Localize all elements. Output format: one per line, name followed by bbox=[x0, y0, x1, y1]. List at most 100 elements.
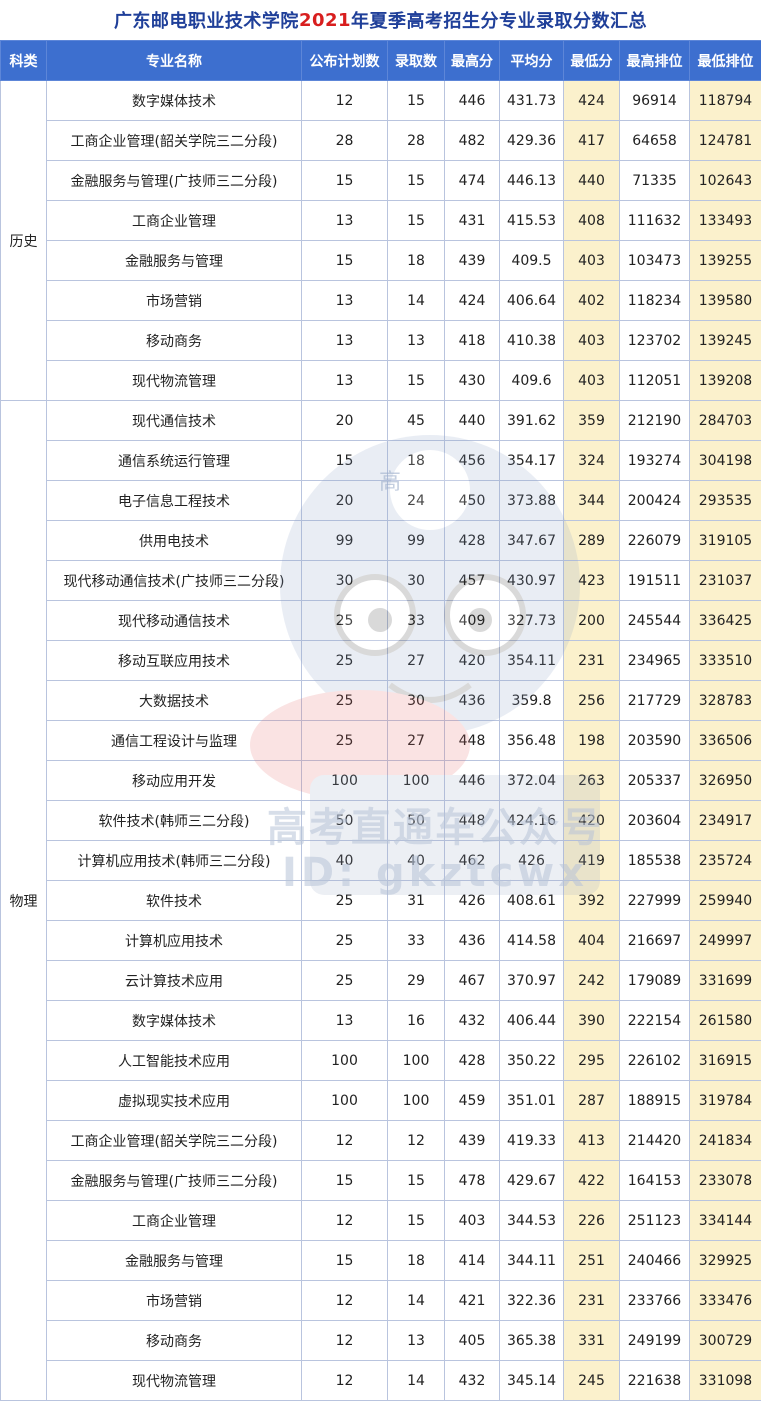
min-rank-cell: 133493 bbox=[689, 200, 761, 241]
avg-score-cell: 424.16 bbox=[499, 800, 564, 841]
max-score-cell: 428 bbox=[444, 520, 500, 561]
table-row: 工商企业管理 12 15 403 344.53 226 251123 334144 bbox=[1, 1200, 761, 1241]
table-row: 软件技术 25 31 426 408.61 392 227999 259940 bbox=[1, 880, 761, 921]
admitted-cell: 15 bbox=[387, 1160, 445, 1201]
max-score-cell: 424 bbox=[444, 280, 500, 321]
min-score-cell: 231 bbox=[563, 1280, 620, 1321]
max-score-cell: 482 bbox=[444, 120, 500, 161]
major-cell: 工商企业管理 bbox=[46, 1200, 302, 1241]
avg-score-cell: 344.53 bbox=[499, 1200, 564, 1241]
admitted-cell: 15 bbox=[387, 1200, 445, 1241]
max-rank-cell: 233766 bbox=[619, 1280, 690, 1321]
max-score-cell: 432 bbox=[444, 1360, 500, 1401]
avg-score-cell: 350.22 bbox=[499, 1040, 564, 1081]
admitted-cell: 13 bbox=[387, 320, 445, 361]
min-score-cell: 403 bbox=[563, 360, 620, 401]
table-row: 通信系统运行管理 15 18 456 354.17 324 193274 304198 bbox=[1, 440, 761, 481]
admitted-cell: 18 bbox=[387, 240, 445, 281]
avg-score-cell: 347.67 bbox=[499, 520, 564, 561]
max-rank-cell: 214420 bbox=[619, 1120, 690, 1161]
major-cell: 工商企业管理(韶关学院三二分段) bbox=[46, 120, 302, 161]
min-rank-cell: 328783 bbox=[689, 680, 761, 721]
max-score-cell: 439 bbox=[444, 1120, 500, 1161]
avg-score-cell: 446.13 bbox=[499, 160, 564, 201]
table-row: 金融服务与管理 15 18 414 344.11 251 240466 329925 bbox=[1, 1240, 761, 1281]
admitted-cell: 18 bbox=[387, 1240, 445, 1281]
avg-score-cell: 415.53 bbox=[499, 200, 564, 241]
avg-score-cell: 359.8 bbox=[499, 680, 564, 721]
max-score-cell: 446 bbox=[444, 760, 500, 801]
max-score-cell: 474 bbox=[444, 160, 500, 201]
major-cell: 现代移动通信技术(广技师三二分段) bbox=[46, 560, 302, 601]
max-rank-cell: 123702 bbox=[619, 320, 690, 361]
max-rank-cell: 203604 bbox=[619, 800, 690, 841]
max-score-cell: 450 bbox=[444, 480, 500, 521]
major-cell: 移动应用开发 bbox=[46, 760, 302, 801]
max-rank-cell: 212190 bbox=[619, 400, 690, 441]
admitted-cell: 14 bbox=[387, 1360, 445, 1401]
max-rank-cell: 240466 bbox=[619, 1240, 690, 1281]
max-score-cell: 440 bbox=[444, 400, 500, 441]
avg-score-cell: 414.58 bbox=[499, 920, 564, 961]
max-score-cell: 459 bbox=[444, 1080, 500, 1121]
major-cell: 移动互联应用技术 bbox=[46, 640, 302, 681]
min-rank-cell: 261580 bbox=[689, 1000, 761, 1041]
min-score-cell: 419 bbox=[563, 840, 620, 881]
table-row: 人工智能技术应用 100 100 428 350.22 295 226102 316915 bbox=[1, 1040, 761, 1081]
min-score-cell: 390 bbox=[563, 1000, 620, 1041]
plan-cell: 13 bbox=[301, 360, 388, 401]
table-row: 市场营销 13 14 424 406.64 402 118234 139580 bbox=[1, 280, 761, 321]
table-row: 金融服务与管理(广技师三二分段) 15 15 478 429.67 422 164153 23… bbox=[1, 1160, 761, 1201]
min-rank-cell: 316915 bbox=[689, 1040, 761, 1081]
admitted-cell: 33 bbox=[387, 920, 445, 961]
max-score-cell: 432 bbox=[444, 1000, 500, 1041]
admitted-cell: 40 bbox=[387, 840, 445, 881]
max-score-cell: 414 bbox=[444, 1240, 500, 1281]
major-cell: 通信系统运行管理 bbox=[46, 440, 302, 481]
admitted-cell: 27 bbox=[387, 720, 445, 761]
min-rank-cell: 259940 bbox=[689, 880, 761, 921]
major-cell: 软件技术(韩师三二分段) bbox=[46, 800, 302, 841]
admitted-cell: 13 bbox=[387, 1320, 445, 1361]
admitted-cell: 33 bbox=[387, 600, 445, 641]
admitted-cell: 45 bbox=[387, 400, 445, 441]
max-score-cell: 436 bbox=[444, 680, 500, 721]
min-score-cell: 403 bbox=[563, 320, 620, 361]
major-cell: 工商企业管理 bbox=[46, 200, 302, 241]
min-rank-cell: 333476 bbox=[689, 1280, 761, 1321]
min-score-cell: 226 bbox=[563, 1200, 620, 1241]
min-rank-cell: 329925 bbox=[689, 1240, 761, 1281]
max-rank-cell: 203590 bbox=[619, 720, 690, 761]
min-score-cell: 251 bbox=[563, 1240, 620, 1281]
category-cell: 物理 bbox=[0, 400, 47, 1401]
avg-score-cell: 365.38 bbox=[499, 1320, 564, 1361]
max-rank-cell: 103473 bbox=[619, 240, 690, 281]
min-score-cell: 359 bbox=[563, 400, 620, 441]
header-avg-score: 平均分 bbox=[499, 40, 564, 81]
title-prefix: 广东邮电职业技术学院 bbox=[113, 11, 299, 32]
table-row: 云计算技术应用 25 29 467 370.97 242 179089 331699 bbox=[1, 960, 761, 1001]
header-plan: 公布计划数 bbox=[301, 40, 388, 81]
table-row: 历史 数字媒体技术 12 15 446 431.73 424 96914 118794 bbox=[0, 80, 761, 401]
plan-cell: 12 bbox=[301, 1360, 388, 1401]
plan-cell: 12 bbox=[301, 1200, 388, 1241]
plan-cell: 13 bbox=[301, 200, 388, 241]
min-rank-cell: 284703 bbox=[689, 400, 761, 441]
max-rank-cell: 245544 bbox=[619, 600, 690, 641]
min-score-cell: 256 bbox=[563, 680, 620, 721]
major-cell: 人工智能技术应用 bbox=[46, 1040, 302, 1081]
min-rank-cell: 241834 bbox=[689, 1120, 761, 1161]
table-row: 计算机应用技术 25 33 436 414.58 404 216697 249997 bbox=[1, 920, 761, 961]
admitted-cell: 99 bbox=[387, 520, 445, 561]
avg-score-cell: 351.01 bbox=[499, 1080, 564, 1121]
min-rank-cell: 333510 bbox=[689, 640, 761, 681]
max-rank-cell: 216697 bbox=[619, 920, 690, 961]
plan-cell: 15 bbox=[301, 1160, 388, 1201]
major-cell: 移动商务 bbox=[46, 320, 302, 361]
min-score-cell: 242 bbox=[563, 960, 620, 1001]
min-score-cell: 295 bbox=[563, 1040, 620, 1081]
min-rank-cell: 233078 bbox=[689, 1160, 761, 1201]
min-rank-cell: 304198 bbox=[689, 440, 761, 481]
plan-cell: 25 bbox=[301, 920, 388, 961]
max-rank-cell: 71335 bbox=[619, 160, 690, 201]
